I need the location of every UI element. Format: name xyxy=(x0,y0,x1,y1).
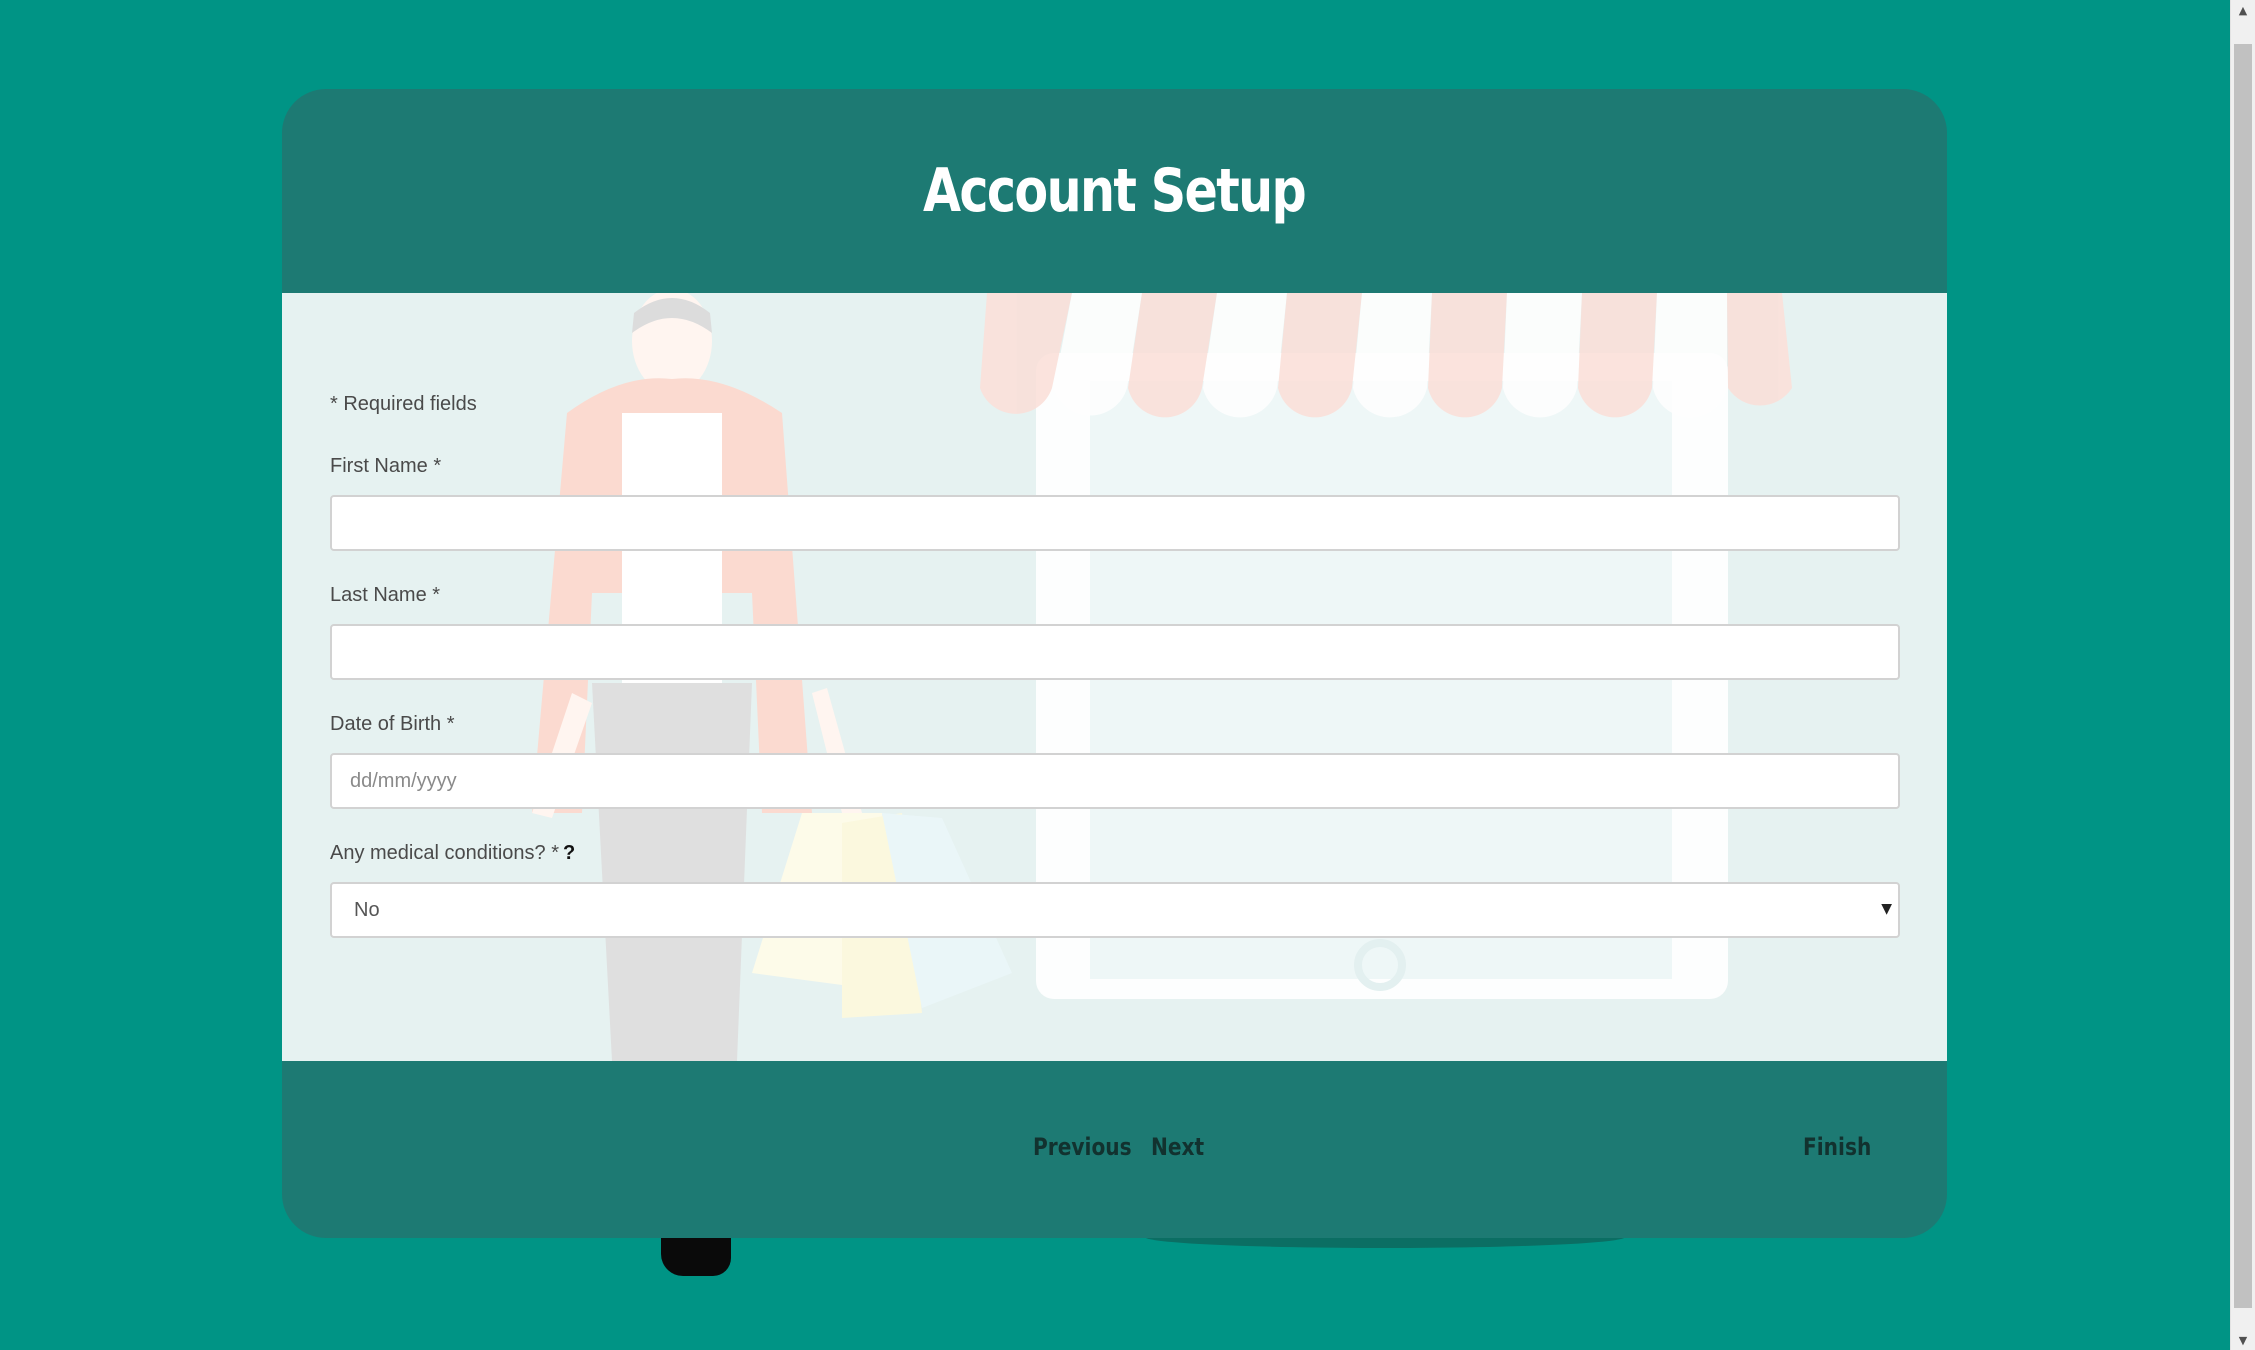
next-button[interactable]: Next xyxy=(1151,1133,1204,1161)
chevron-down-icon: ▼ xyxy=(1881,901,1892,917)
card-body: * Required fields First Name * Last Name… xyxy=(282,293,1947,1061)
setup-card: Account Setup * Required fields First Na… xyxy=(282,89,1947,1238)
last-name-label: Last Name * xyxy=(330,584,441,606)
page: Account Setup * Required fields First Na… xyxy=(0,0,2255,1350)
medical-conditions-label-row: Any medical conditions? *? xyxy=(330,842,575,865)
date-of-birth-input[interactable] xyxy=(330,753,1900,809)
previous-button[interactable]: Previous xyxy=(1033,1133,1132,1161)
first-name-label: First Name * xyxy=(330,455,442,477)
scroll-up-arrow-icon[interactable]: ▲ xyxy=(2231,0,2255,20)
question-icon[interactable]: ? xyxy=(563,842,575,864)
illustration-shoe xyxy=(661,1232,731,1276)
medical-conditions-selected: No xyxy=(354,898,380,921)
card-footer: Previous Next Finish xyxy=(282,1061,1947,1238)
page-title: Account Setup xyxy=(923,156,1307,226)
page-scrollbar[interactable]: ▲ ▼ xyxy=(2230,0,2255,1350)
date-of-birth-label: Date of Birth * xyxy=(330,713,455,735)
first-name-input[interactable] xyxy=(330,495,1900,551)
medical-conditions-select[interactable]: No ▼ xyxy=(330,882,1900,938)
scrollbar-thumb[interactable] xyxy=(2234,44,2252,1308)
card-header: Account Setup xyxy=(282,89,1947,293)
required-fields-note: * Required fields xyxy=(330,393,477,415)
finish-button[interactable]: Finish xyxy=(1803,1133,1871,1161)
medical-conditions-label: Any medical conditions? * xyxy=(330,842,560,864)
last-name-input[interactable] xyxy=(330,624,1900,680)
scroll-down-arrow-icon[interactable]: ▼ xyxy=(2231,1330,2255,1350)
